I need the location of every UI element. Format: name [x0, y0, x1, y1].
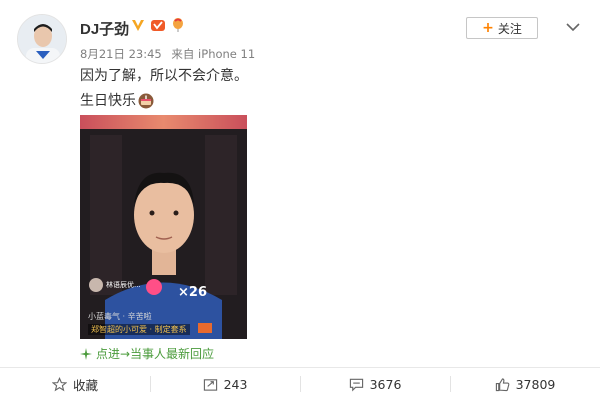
- star-icon: [51, 376, 67, 391]
- comment-icon: [349, 378, 363, 391]
- repost-button[interactable]: 243: [150, 368, 300, 400]
- post-source: 来自 iPhone 11: [171, 47, 256, 61]
- post-time[interactable]: 8月21日 23:45: [80, 47, 162, 61]
- avatar[interactable]: [17, 14, 67, 64]
- follow-button[interactable]: + 关注: [466, 17, 538, 39]
- vip-badge-icon[interactable]: [150, 17, 166, 33]
- favorite-button[interactable]: 收藏: [0, 368, 150, 400]
- video-banner: [80, 115, 247, 129]
- badge-group: [130, 17, 186, 33]
- thumb-up-icon: [495, 377, 509, 391]
- reply-link-label: 点进→当事人最新回应: [96, 347, 215, 361]
- post-meta: 8月21日 23:45 来自 iPhone 11: [80, 46, 261, 62]
- follow-label: 关注: [497, 21, 522, 36]
- video-gift-count: ×26: [178, 285, 207, 300]
- reply-link[interactable]: 点进→当事人最新回应: [80, 345, 214, 362]
- plus-icon: +: [482, 20, 494, 36]
- repost-icon: [203, 378, 217, 391]
- video-frame: [80, 115, 247, 339]
- username[interactable]: DJ子劲: [80, 18, 129, 39]
- video-tag: 郑智超的小可爱 · 制定套系: [88, 324, 190, 335]
- video-thumbnail[interactable]: 林语辰优... ×26 小蓝毒气 · 辛苦啦 郑智超的小可爱 · 制定套系: [80, 115, 247, 339]
- action-bar: 收藏 243 3676 37809: [0, 368, 600, 400]
- birthday-text: 生日快乐: [80, 93, 136, 109]
- comment-count: 3676: [369, 376, 402, 392]
- weibo-post: DJ子劲 8月21日 23:45 来自 iPhone 11 + 关注 因为了解，…: [0, 0, 600, 400]
- chevron-down-icon[interactable]: [566, 17, 580, 32]
- balloon-badge-icon[interactable]: [170, 17, 186, 33]
- post-text-line: 因为了解，所以不会介意。: [80, 68, 248, 84]
- verified-v-icon[interactable]: [130, 17, 146, 33]
- cake-emoji-icon: [138, 93, 154, 109]
- video-caption: 小蓝毒气 · 辛苦啦: [88, 312, 152, 321]
- like-count: 37809: [515, 376, 556, 392]
- video-streamer-name: 林语辰优...: [106, 281, 141, 289]
- video-count-value: 26: [188, 285, 207, 300]
- repost-count: 243: [223, 376, 248, 392]
- favorite-label: 收藏: [72, 377, 98, 393]
- comment-button[interactable]: 3676: [300, 368, 450, 400]
- like-button[interactable]: 37809: [450, 368, 600, 400]
- post-text-line: 生日快乐: [80, 92, 154, 110]
- sparkle-icon: [80, 347, 92, 360]
